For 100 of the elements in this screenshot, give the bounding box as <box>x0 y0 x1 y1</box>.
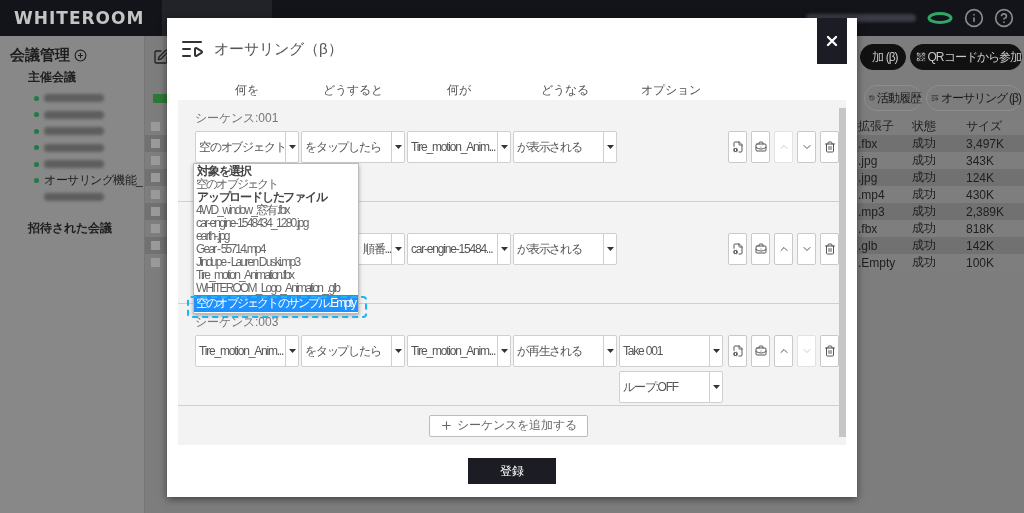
menu-option[interactable]: car-engine-1548434_1280.jpg <box>194 217 358 230</box>
move-up-button[interactable] <box>774 233 793 265</box>
menu-option[interactable]: Jindupe - Lauren Duski.mp3 <box>194 256 358 269</box>
add-icon[interactable] <box>74 49 87 62</box>
history-button[interactable]: 活動履歴 <box>864 85 922 111</box>
column-header: 状態 <box>912 118 937 135</box>
app-logo: WHITEROOM <box>14 8 145 28</box>
table-cell-text: .glb <box>858 238 879 253</box>
select-field[interactable]: car-engine-15484... <box>407 233 511 265</box>
table-cell-text: .jpg <box>858 170 879 185</box>
checkbox[interactable] <box>151 224 160 233</box>
delete-button[interactable] <box>820 131 839 163</box>
add-sequence-button[interactable]: シーケンスを追加する <box>429 414 588 437</box>
status-dot <box>34 112 39 118</box>
help-icon[interactable] <box>994 8 1014 28</box>
delete-button[interactable] <box>820 335 839 367</box>
close-icon <box>824 33 840 49</box>
menu-option[interactable]: 空のオブジェクト <box>194 178 358 191</box>
column-header: サイズ <box>966 118 1003 135</box>
checkbox[interactable] <box>151 258 160 267</box>
caret-icon <box>606 145 614 149</box>
table-cell-text: 成功 <box>912 135 937 152</box>
menu-option[interactable]: Tire_motion_Animation.fbx <box>194 269 358 282</box>
table-cell-text: 成功 <box>912 254 937 271</box>
caret-icon <box>288 349 296 353</box>
table-cell-text: .mp3 <box>858 204 886 219</box>
status-dot <box>34 128 39 134</box>
status-dot <box>34 95 39 101</box>
settings-button[interactable] <box>728 131 747 163</box>
section-heading: 招待された会議 <box>28 219 113 237</box>
scrollbar[interactable] <box>839 108 846 437</box>
caret-icon <box>712 385 720 389</box>
menu-option[interactable]: WHITEROOM_Logo_Animation_.glb <box>194 282 358 295</box>
menu-option[interactable]: earth-.jpg <box>194 230 358 243</box>
qr-code-icon <box>915 52 926 62</box>
table-cell-text: .mp4 <box>858 187 886 202</box>
delete-button[interactable] <box>820 233 839 265</box>
select-field[interactable]: Tire_motion_Anim... <box>407 131 511 163</box>
blurred-text <box>44 143 104 152</box>
caret-icon <box>500 349 508 353</box>
select-field[interactable]: 空のオブジェクト <box>195 131 299 163</box>
case-button[interactable] <box>751 233 770 265</box>
caret-icon <box>394 349 402 353</box>
checkbox[interactable] <box>151 139 160 148</box>
table-cell-text: 成功 <box>912 169 937 186</box>
case-icon <box>754 345 767 357</box>
select-field[interactable]: Take 001 <box>619 335 723 367</box>
select-field[interactable]: をタップしたら <box>301 131 405 163</box>
join-button[interactable]: QRコードから参加 <box>910 44 1022 70</box>
close-button[interactable] <box>817 18 847 64</box>
move-up-button[interactable] <box>774 335 793 367</box>
table-cell-text: 3,497K <box>966 136 1006 151</box>
register-button[interactable]: 登録 <box>468 458 556 484</box>
select-field[interactable]: が表示される <box>513 233 617 265</box>
settings-button[interactable] <box>728 335 747 367</box>
join-button[interactable]: 加 (β) <box>860 44 906 70</box>
status-dot <box>34 178 39 184</box>
select-field[interactable]: ループ:OFF <box>619 371 723 403</box>
settings-button[interactable] <box>728 233 747 265</box>
caret-icon <box>394 247 402 251</box>
table-cell-text: 818K <box>966 221 996 236</box>
case-icon <box>754 141 767 153</box>
sidebar-item[interactable]: オーサリング機能_ <box>44 172 143 190</box>
table-cell-text: .jpg <box>858 153 879 168</box>
caret-icon <box>394 145 402 149</box>
table-cell-text: 成功 <box>912 220 937 237</box>
case-button[interactable] <box>751 335 770 367</box>
select-field[interactable]: が再生される <box>513 335 617 367</box>
case-button[interactable] <box>751 131 770 163</box>
trash-icon <box>823 141 836 153</box>
status-dot <box>34 145 39 151</box>
menu-option[interactable]: Gear - 55714.mp4 <box>194 243 358 256</box>
blurred-text <box>44 193 104 202</box>
column-header: どうなる <box>540 81 590 99</box>
info-icon[interactable] <box>964 8 984 28</box>
section-heading: 主催会議 <box>28 69 77 86</box>
table-cell-text: 2,389K <box>966 204 1006 219</box>
list-play-icon <box>931 93 939 103</box>
select-field[interactable]: Tire_motion_Anim... <box>407 335 511 367</box>
caret-icon <box>500 247 508 251</box>
menu-option[interactable]: 4WD_window_窓有.fbx <box>194 204 358 217</box>
blurred-text <box>44 160 104 169</box>
checkbox[interactable] <box>151 173 160 182</box>
table-cell-text: .fbx <box>858 136 879 151</box>
table-cell-text: 124K <box>966 170 996 185</box>
select-field[interactable]: をタップしたら <box>301 335 405 367</box>
select-field[interactable]: Tire_motion_Anim... <box>195 335 299 367</box>
checkbox[interactable] <box>151 241 160 250</box>
column-header: 何を <box>234 81 260 99</box>
checkbox[interactable] <box>151 122 160 131</box>
authoring-button[interactable]: オーサリング (β) <box>926 85 1022 111</box>
checkbox[interactable] <box>151 156 160 165</box>
caret-icon <box>288 145 296 149</box>
select-field[interactable]: が表示される <box>513 131 617 163</box>
blurred-text <box>44 94 104 103</box>
table-cell-text: 成功 <box>912 203 937 220</box>
checkbox[interactable] <box>151 207 160 216</box>
table-cell-text: 成功 <box>912 186 937 203</box>
checkbox[interactable] <box>151 190 160 199</box>
edit-icon[interactable] <box>153 49 169 65</box>
